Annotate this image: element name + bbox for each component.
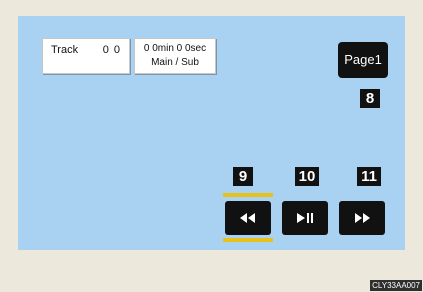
callout-11: 11 [357, 167, 381, 186]
time-main-sub-button[interactable]: 0 0min 0 0sec Main / Sub [134, 38, 216, 74]
track-label: Track [51, 44, 79, 56]
track-button[interactable]: Track 0 0 [42, 38, 130, 74]
callout-9: 9 [233, 167, 253, 186]
play-pause-button[interactable] [282, 201, 328, 235]
play-pause-icon [297, 213, 313, 223]
selection-highlight-top [223, 193, 273, 197]
track-number: 0 0 [102, 44, 121, 56]
main-sub-label: Main / Sub [151, 57, 199, 68]
selection-highlight-bottom [223, 238, 273, 242]
display-screen: Track 0 0 0 0min 0 0sec Main / Sub Page1… [18, 16, 405, 250]
page-button[interactable]: Page1 [338, 42, 388, 78]
fast-forward-button[interactable] [339, 201, 385, 235]
rewind-button[interactable] [225, 201, 271, 235]
elapsed-time: 0 0min 0 0sec [143, 43, 207, 54]
rewind-icon [240, 213, 255, 223]
fast-forward-icon [355, 213, 370, 223]
callout-8: 8 [360, 89, 380, 108]
figure-code: CLY33AA007 [370, 280, 422, 291]
callout-10: 10 [295, 167, 319, 186]
